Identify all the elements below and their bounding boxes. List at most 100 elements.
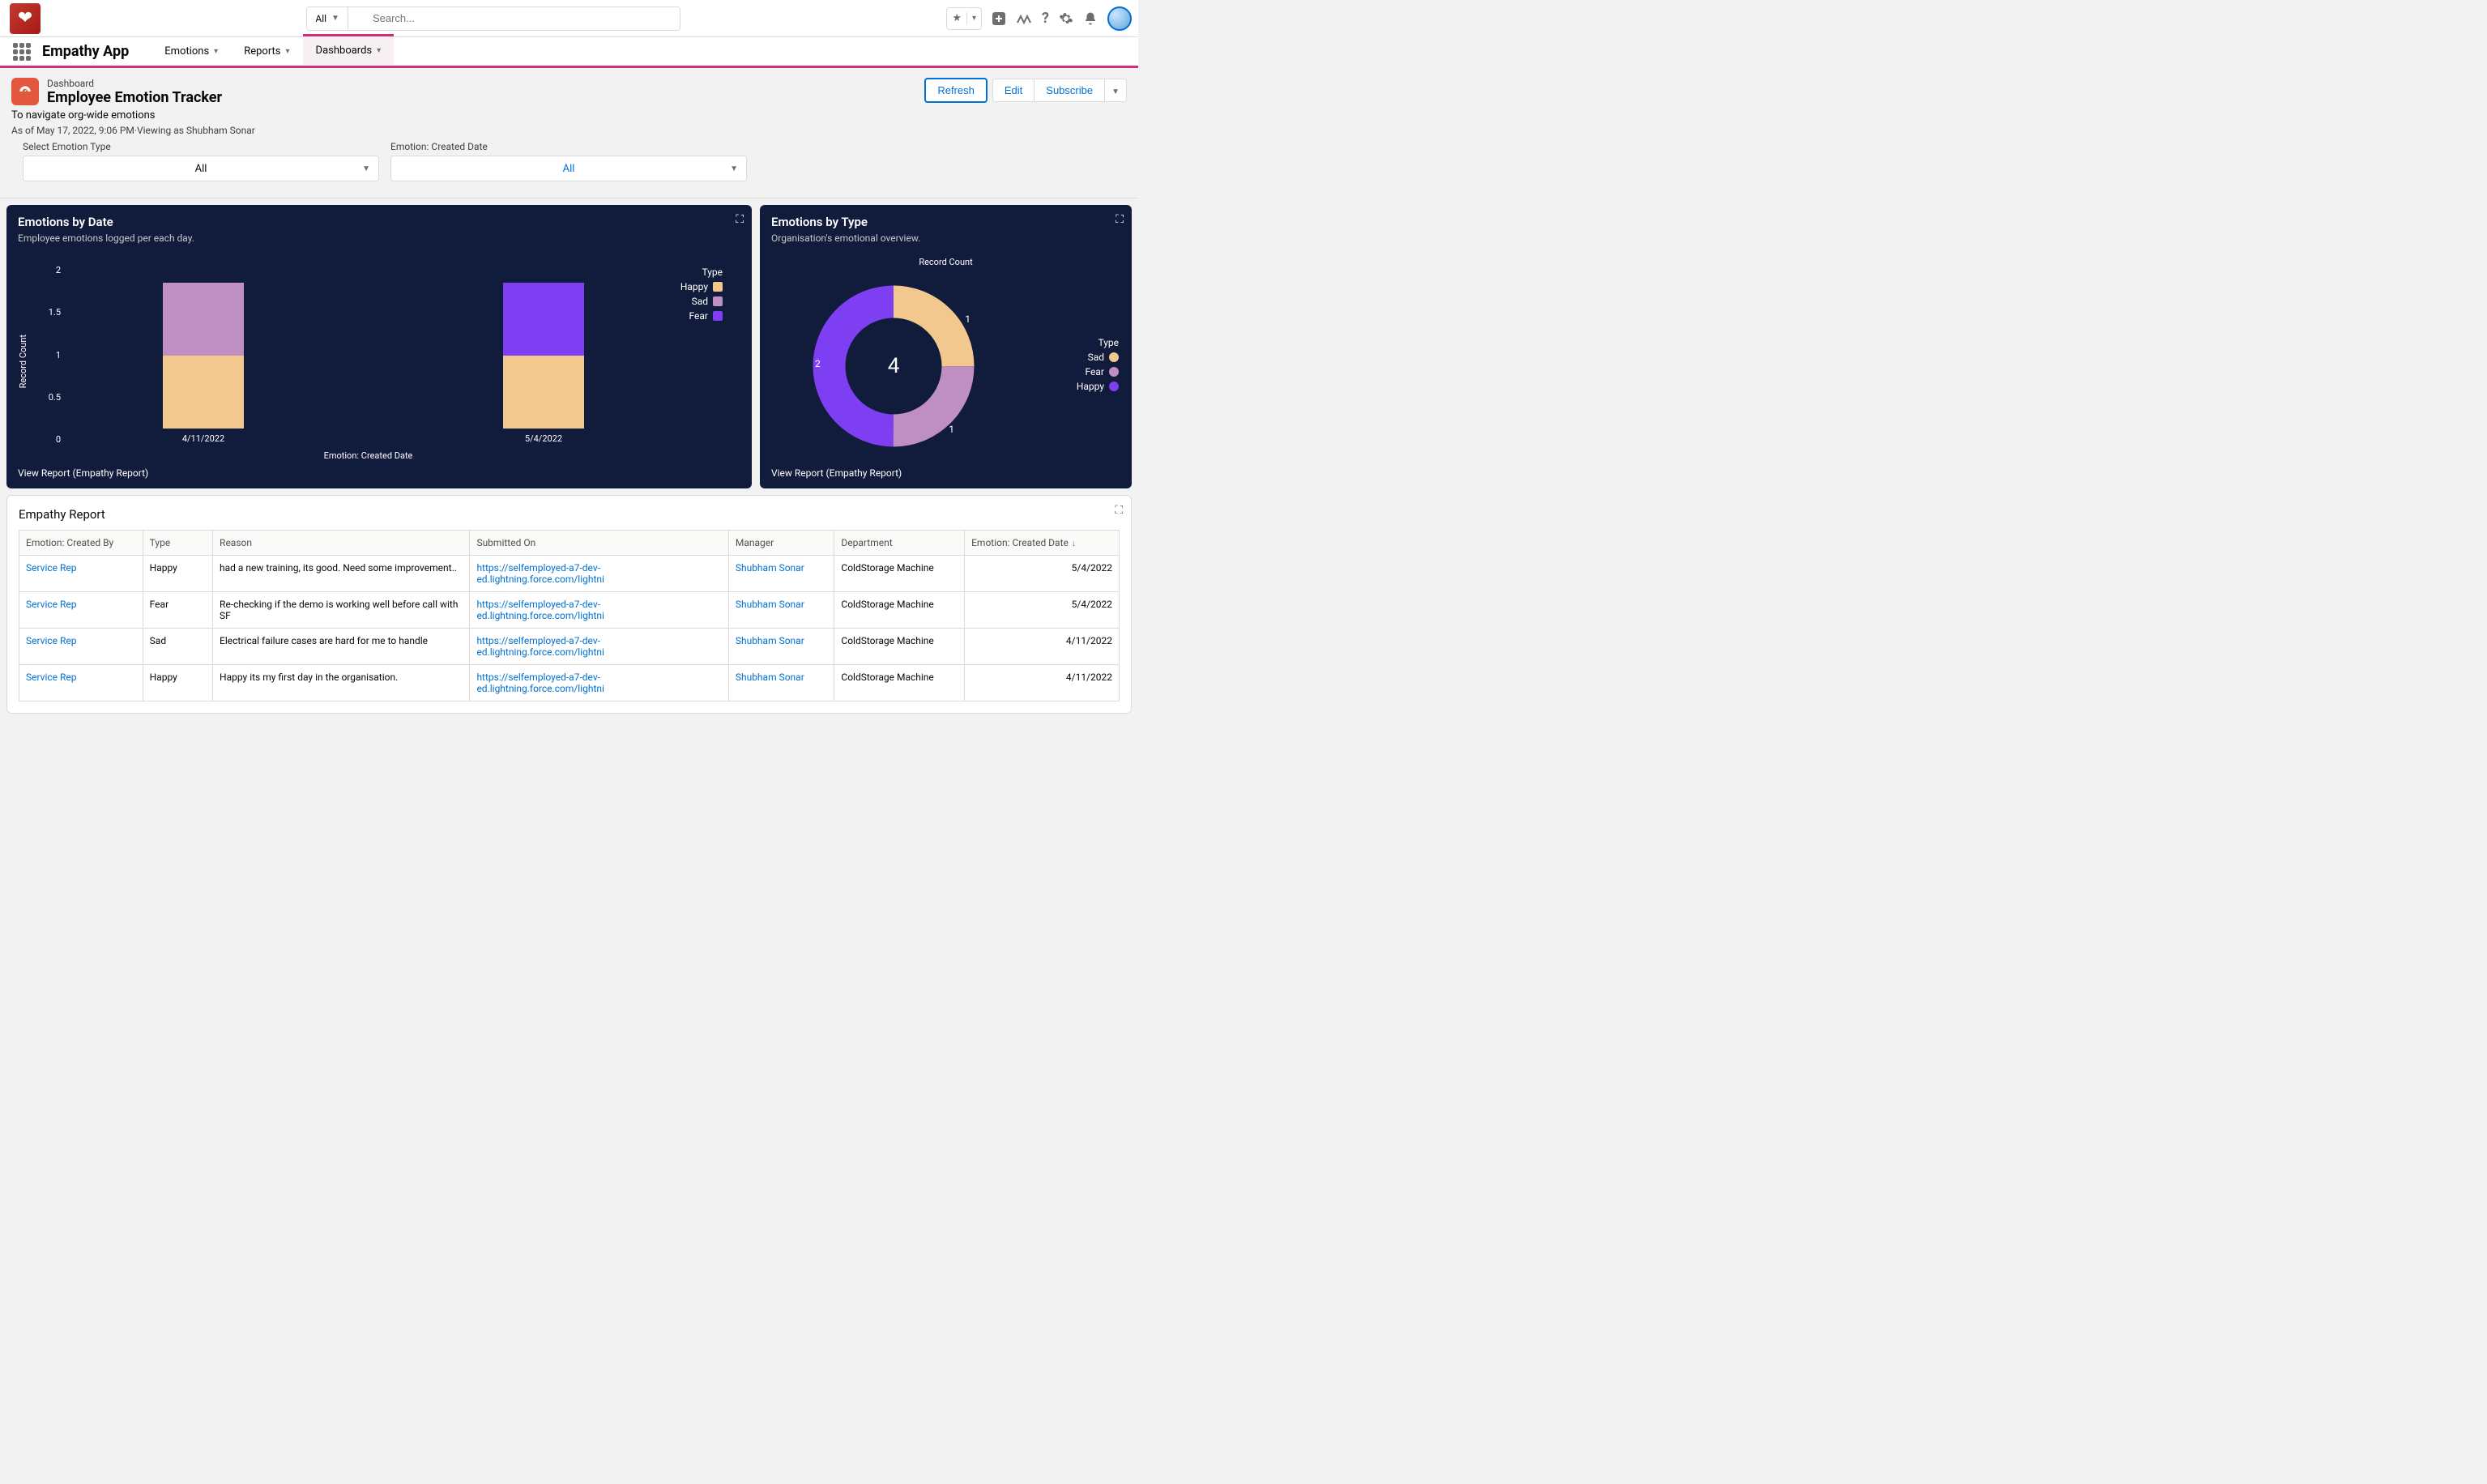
sort-desc-icon: ↓ (1072, 539, 1076, 548)
chevron-down-icon: ▾ (286, 47, 290, 56)
dashboard-icon (11, 78, 39, 105)
chevron-down-icon: ▼ (362, 164, 370, 173)
legend-header: Type (671, 267, 723, 278)
app-nav-bar: Empathy App Emotions▾Reports▾Dashboards▾ (0, 37, 1138, 68)
bar-segment-happy (503, 356, 584, 429)
manager-link[interactable]: Shubham Sonar (736, 672, 804, 683)
cell-type: Happy (143, 556, 212, 592)
filter-created-date-value: All (563, 163, 575, 175)
expand-icon[interactable]: ⛶ (1115, 504, 1123, 517)
manager-link[interactable]: Shubham Sonar (736, 635, 804, 646)
legend-label: Fear (1086, 366, 1104, 377)
table-header[interactable]: Emotion: Created By (19, 531, 143, 556)
legend-item: Fear (1077, 366, 1119, 377)
user-avatar[interactable] (1107, 6, 1132, 31)
favorites-button[interactable]: ★▾ (946, 7, 982, 30)
y-axis-title: Record Count (18, 335, 28, 388)
star-icon: ★ (947, 12, 967, 24)
edit-button[interactable]: Edit (992, 79, 1034, 102)
search-input[interactable] (348, 6, 680, 31)
chevron-down-icon: ▼ (730, 164, 738, 173)
legend-label: Sad (1088, 352, 1104, 363)
app-launcher-icon[interactable] (13, 43, 31, 61)
manager-link[interactable]: Shubham Sonar (736, 562, 804, 574)
table-header[interactable]: Type (143, 531, 212, 556)
submitted-on-link[interactable]: https://selfemployed-a7-dev-ed.lightning… (476, 562, 604, 585)
org-logo: ❤ (10, 3, 41, 34)
created-by-link[interactable]: Service Rep (26, 562, 77, 574)
y-axis-ticks: 21.510.50 (33, 262, 66, 461)
setup-gear-icon[interactable] (1059, 11, 1073, 26)
search-scope-label: All (315, 13, 326, 24)
cell-reason: Happy its my first day in the organisati… (213, 665, 470, 701)
table-header[interactable]: Department (834, 531, 965, 556)
donut-seg-label-sad: 1 (965, 313, 970, 325)
page-kind: Dashboard (47, 78, 222, 89)
search-scope-dropdown[interactable]: All ▼ (306, 6, 348, 31)
table-header-row: Emotion: Created ByTypeReasonSubmitted O… (19, 531, 1120, 556)
subscribe-button[interactable]: Subscribe (1034, 79, 1105, 102)
card-subtitle: Employee emotions logged per each day. (18, 232, 740, 244)
legend-swatch (713, 282, 723, 292)
cell-created-date: 5/4/2022 (965, 592, 1120, 629)
submitted-on-link[interactable]: https://selfemployed-a7-dev-ed.lightning… (476, 599, 604, 621)
created-by-link[interactable]: Service Rep (26, 672, 77, 683)
x-axis-title: Emotion: Created Date (66, 450, 671, 461)
table-row: Service Rep Sad Electrical failure cases… (19, 629, 1120, 665)
manager-link[interactable]: Shubham Sonar (736, 599, 804, 610)
donut-seg-label-fear: 1 (949, 424, 954, 435)
nav-item-emotions[interactable]: Emotions▾ (151, 36, 231, 67)
report-table: Emotion: Created ByTypeReasonSubmitted O… (19, 530, 1120, 701)
cell-type: Sad (143, 629, 212, 665)
page-header: Dashboard Employee Emotion Tracker Refre… (0, 68, 1138, 198)
cell-department: ColdStorage Machine (834, 556, 965, 592)
view-report-link[interactable]: View Report (Empathy Report) (6, 461, 752, 488)
cell-reason: Electrical failure cases are hard for me… (213, 629, 470, 665)
notifications-bell-icon[interactable] (1083, 11, 1098, 26)
view-report-link[interactable]: View Report (Empathy Report) (760, 461, 1132, 488)
nav-item-dashboards[interactable]: Dashboards▾ (303, 34, 395, 65)
card-emotions-by-type: ⛶ Emotions by Type Organisation's emotio… (760, 205, 1132, 488)
expand-icon[interactable]: ⛶ (736, 213, 744, 226)
table-header[interactable]: Reason (213, 531, 470, 556)
refresh-button[interactable]: Refresh (924, 78, 988, 103)
legend-item: Happy (671, 281, 723, 292)
legend-swatch (1109, 352, 1119, 362)
legend-label: Fear (689, 310, 708, 322)
table-header[interactable]: Manager (728, 531, 834, 556)
salesforce-help-icon[interactable] (1016, 13, 1032, 24)
page-title: Employee Emotion Tracker (47, 89, 222, 106)
bar-segment-sad (163, 283, 244, 356)
table-row: Service Rep Happy Happy its my first day… (19, 665, 1120, 701)
submitted-on-link[interactable]: https://selfemployed-a7-dev-ed.lightning… (476, 635, 604, 658)
card-title: Emotions by Type (771, 215, 1120, 229)
bar-chart-legend: Type HappySadFear (671, 262, 736, 461)
donut-center-label: Record Count (760, 257, 1132, 267)
legend-swatch (713, 311, 723, 321)
cell-type: Fear (143, 592, 212, 629)
nav-item-reports[interactable]: Reports▾ (231, 36, 302, 67)
report-title: Empathy Report (19, 507, 1120, 522)
submitted-on-link[interactable]: https://selfemployed-a7-dev-ed.lightning… (476, 672, 604, 694)
bar-segment-fear (503, 283, 584, 356)
cell-department: ColdStorage Machine (834, 665, 965, 701)
x-tick-label: 4/11/2022 (163, 433, 244, 444)
add-button[interactable] (992, 11, 1006, 26)
table-header[interactable]: Submitted On (470, 531, 728, 556)
more-actions-button[interactable]: ▼ (1104, 79, 1127, 102)
created-by-link[interactable]: Service Rep (26, 635, 77, 646)
legend-item: Happy (1077, 381, 1119, 392)
cell-created-date: 5/4/2022 (965, 556, 1120, 592)
card-title: Emotions by Date (18, 215, 740, 229)
table-header[interactable]: Emotion: Created Date↓ (965, 531, 1120, 556)
cell-type: Happy (143, 665, 212, 701)
filter-emotion-type-select[interactable]: All ▼ (23, 156, 379, 181)
filter-row: Select Emotion Type All ▼ Emotion: Creat… (11, 136, 1127, 190)
expand-icon[interactable]: ⛶ (1116, 213, 1124, 226)
chevron-down-icon: ▾ (377, 46, 381, 55)
card-subtitle: Organisation's emotional overview. (771, 232, 1120, 244)
legend-swatch (1109, 382, 1119, 391)
created-by-link[interactable]: Service Rep (26, 599, 77, 610)
filter-created-date-select[interactable]: All ▼ (390, 156, 747, 181)
help-icon[interactable]: ? (1042, 10, 1049, 27)
